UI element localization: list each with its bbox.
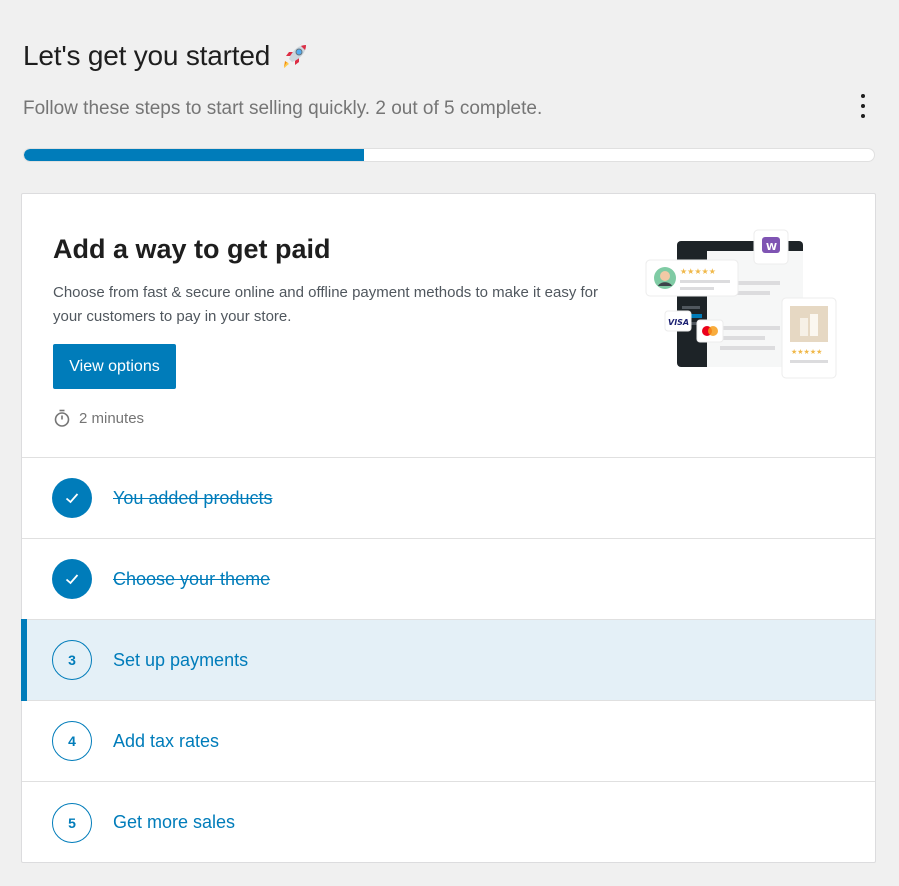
progress-bar	[23, 148, 875, 162]
step-number-badge: 5	[52, 802, 92, 843]
page-title: Let's get you started	[23, 40, 875, 72]
step-get-more-sales[interactable]: 5 Get more sales	[22, 782, 875, 863]
rocket-icon	[280, 41, 310, 71]
task-list-header: Let's get you started Follow these steps…	[23, 40, 875, 119]
more-vertical-icon[interactable]	[857, 94, 869, 118]
time-estimate-text: 2 minutes	[79, 409, 145, 427]
time-estimate: 2 minutes	[53, 409, 144, 427]
step-label: Get more sales	[113, 812, 236, 832]
page-title-text: Let's get you started	[23, 40, 271, 71]
svg-text:W: W	[766, 242, 777, 253]
active-task-description: Choose from fast & secure online and off…	[53, 284, 599, 325]
step-label: Choose your theme	[113, 568, 271, 589]
step-add-tax-rates[interactable]: 4 Add tax rates	[22, 701, 875, 782]
checkmark-icon	[52, 478, 92, 518]
checkmark-icon	[52, 559, 92, 599]
view-options-button[interactable]: View options	[53, 344, 176, 389]
svg-text:VISA: VISA	[668, 318, 689, 327]
step-you-added-products[interactable]: You added products	[22, 458, 875, 539]
step-set-up-payments[interactable]: 3 Set up payments	[21, 619, 875, 701]
step-number-badge: 3	[52, 640, 92, 680]
step-choose-your-theme[interactable]: Choose your theme	[22, 539, 875, 620]
steps-list: You added products Choose your theme 3 S…	[21, 458, 875, 863]
payments-illustration: ★★★★★ W VISA ★★★★★	[645, 229, 837, 379]
active-task-panel: Add a way to get paid Choose from fast &…	[22, 194, 875, 458]
progress-bar-fill	[24, 149, 364, 161]
step-label: You added products	[113, 487, 273, 508]
progress-summary: Follow these steps to start selling quic…	[23, 98, 543, 119]
step-number-badge: 4	[52, 721, 92, 761]
step-label: Add tax rates	[113, 730, 220, 751]
step-label: Set up payments	[113, 649, 249, 670]
setup-task-list-card: Add a way to get paid Choose from fast &…	[21, 193, 876, 863]
svg-text:★★★★★: ★★★★★	[791, 348, 822, 356]
stopwatch-icon	[54, 409, 70, 427]
svg-text:★★★★★: ★★★★★	[680, 267, 716, 276]
active-task-title: Add a way to get paid	[53, 234, 331, 264]
